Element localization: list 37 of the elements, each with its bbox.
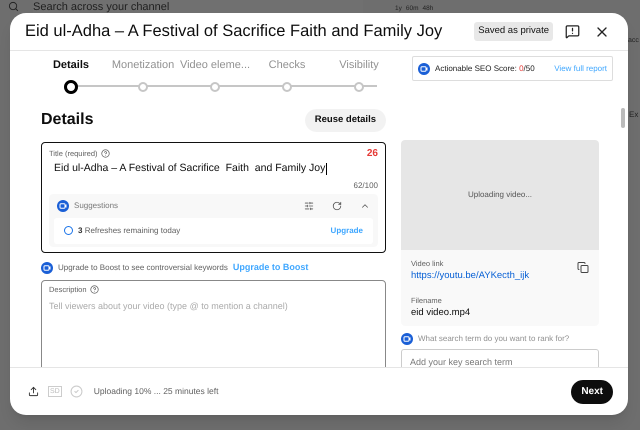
video-link[interactable]: https://youtu.be/AYKecth_ijk xyxy=(411,269,530,284)
upload-status-text: Uploading video... xyxy=(468,189,532,201)
title-value: Eid ul-Adha – A Festival of Sacrifice Faith and Family Joy xyxy=(54,161,326,176)
search-term-field[interactable]: Add your key search term xyxy=(401,349,599,367)
settings-icon[interactable] xyxy=(304,200,314,211)
help-icon xyxy=(100,149,110,158)
suggestions-label: Suggestions xyxy=(74,200,118,212)
camera-logo-icon xyxy=(57,200,69,212)
camera-logo-icon xyxy=(41,262,53,274)
dialog-title: Eid ul-Adha – A Festival of Sacrifice Faith and Family Joy xyxy=(25,21,442,42)
description-placeholder: Tell viewers about your video (type @ to mention a channel) xyxy=(49,300,289,313)
saved-status: Saved as private xyxy=(474,22,553,41)
refreshes-text: 3 Refreshes remaining today xyxy=(78,224,180,237)
section-heading: Details xyxy=(41,110,94,130)
copy-icon[interactable] xyxy=(577,261,589,274)
search-icon xyxy=(8,1,19,12)
reuse-details-button[interactable]: Reuse details xyxy=(304,108,386,132)
title-score: 26 xyxy=(366,147,378,161)
camera-logo-icon xyxy=(401,333,413,345)
feedback-icon xyxy=(565,24,580,39)
camera-logo-icon xyxy=(418,62,430,74)
refresh-icon[interactable] xyxy=(332,200,342,211)
next-button[interactable]: Next xyxy=(571,380,613,404)
filename-text: eid video.mp4 xyxy=(411,306,472,320)
view-report-link[interactable]: View full report xyxy=(554,62,607,74)
upgrade-link[interactable]: Upgrade xyxy=(330,224,363,237)
help-icon xyxy=(90,285,99,294)
upload-progress-text: Uploading 10% ... 25 minutes left xyxy=(94,385,218,398)
upload-icon xyxy=(28,386,39,397)
search-term-question: What search term do you want to rank for? xyxy=(418,333,570,345)
boost-text: Upgrade to Boost to see controversial keywords xyxy=(58,262,228,274)
background-text: Ex xyxy=(629,110,638,120)
seo-score-text: Actionable SEO Score: 0/50 xyxy=(435,62,535,74)
character-counter: 62/100 xyxy=(354,180,378,192)
feedback-button[interactable] xyxy=(565,24,580,39)
check-circle-icon xyxy=(70,385,83,398)
upgrade-boost-link[interactable]: Upgrade to Boost xyxy=(232,260,308,274)
